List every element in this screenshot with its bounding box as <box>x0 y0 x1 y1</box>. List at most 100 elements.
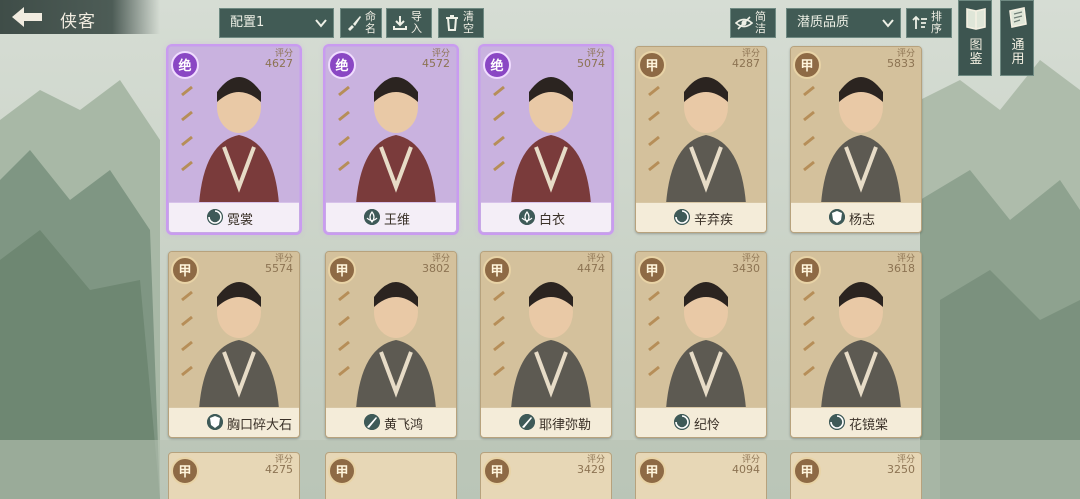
score-box: 评分 4474 <box>577 254 605 275</box>
hero-name: 辛弃疾 <box>694 213 734 228</box>
rename-button[interactable]: 命名 <box>340 8 382 38</box>
name-bar: 王维 <box>326 202 456 232</box>
tier-badge: 甲 <box>483 256 511 284</box>
back-arrow-icon <box>12 7 42 27</box>
tier-badge: 甲 <box>793 457 821 485</box>
swirl-class-icon <box>207 209 223 225</box>
swirl-class-icon <box>674 414 690 430</box>
hero-card[interactable]: 甲 评分 4474 耶律弥勒 <box>480 251 612 438</box>
tier-stripes-icon <box>338 290 350 377</box>
back-button[interactable]: 侠客 <box>0 0 160 34</box>
score-box: 评分 5833 <box>887 49 915 70</box>
hero-name: 王维 <box>384 213 411 228</box>
atlas-label: 图鉴 <box>969 38 983 67</box>
sort-select[interactable]: 潜质品质 <box>786 8 901 38</box>
hero-card[interactable]: 绝 评分 5074 白衣 <box>480 46 612 233</box>
score-value: 5833 <box>887 57 915 70</box>
hero-card[interactable]: 甲 评分 4275 <box>168 452 300 499</box>
score-value: 3429 <box>577 463 605 476</box>
hero-card[interactable]: 甲 评分 4094 <box>635 452 767 499</box>
sort-label: 排序 <box>931 10 942 35</box>
name-bar: 纪怜 <box>636 407 766 437</box>
chevron-down-icon <box>882 19 894 28</box>
tier-badge: 甲 <box>483 457 511 485</box>
shield-class-icon <box>829 209 845 225</box>
tier-badge: 甲 <box>638 256 666 284</box>
tier-badge: 绝 <box>328 51 356 79</box>
hero-card[interactable]: 绝 评分 4627 霓裳 <box>168 46 300 233</box>
hero-card[interactable]: 甲 评分 3802 黄飞鸿 <box>325 251 457 438</box>
blade-class-icon <box>364 414 380 430</box>
tier-badge: 甲 <box>171 256 199 284</box>
hero-card[interactable]: 甲 评分 4287 辛弃疾 <box>635 46 767 233</box>
clear-label: 清空 <box>463 10 474 35</box>
tier-badge: 绝 <box>171 51 199 79</box>
score-value: 4287 <box>732 57 760 70</box>
score-box: 评分 5574 <box>265 254 293 275</box>
lotus-class-icon <box>519 209 535 225</box>
general-label: 通用 <box>1011 38 1025 67</box>
config-select[interactable]: 配置1 <box>219 8 334 38</box>
hero-name: 花镜棠 <box>849 418 889 433</box>
import-label: 导入 <box>411 10 422 35</box>
hero-name: 黄飞鸿 <box>384 418 424 433</box>
name-bar: 白衣 <box>481 202 611 232</box>
score-box: 评分 3250 <box>887 455 915 476</box>
name-bar: 花镜棠 <box>791 407 921 437</box>
name-bar: 杨志 <box>791 202 921 232</box>
hero-name: 霓裳 <box>227 213 254 228</box>
simple-view-button[interactable]: 简洁 <box>730 8 776 38</box>
simple-view-label: 简洁 <box>755 10 766 35</box>
hero-card[interactable]: 甲 评分 3250 <box>790 452 922 499</box>
hero-card[interactable]: 甲 评分 3429 <box>480 452 612 499</box>
top-bar: 侠客 配置1 命名 导入 清空 简洁 潜质品质 排序 图鉴 通用 <box>0 0 1080 76</box>
hero-card[interactable]: 甲 评分 3618 花镜棠 <box>790 251 922 438</box>
tier-stripes-icon <box>493 85 505 172</box>
hero-name: 白衣 <box>539 213 566 228</box>
atlas-button[interactable]: 图鉴 <box>958 0 992 76</box>
tier-badge: 甲 <box>793 51 821 79</box>
general-button[interactable]: 通用 <box>1000 0 1034 76</box>
score-box: 评分 4627 <box>265 49 293 70</box>
book-icon <box>966 8 986 30</box>
name-bar: 耶律弥勒 <box>481 407 611 437</box>
tier-badge: 甲 <box>171 457 199 485</box>
score-box: 评分 3430 <box>732 254 760 275</box>
score-value: 4094 <box>732 463 760 476</box>
score-value: 4474 <box>577 262 605 275</box>
swirl-class-icon <box>829 414 845 430</box>
tier-badge: 甲 <box>638 457 666 485</box>
hero-card[interactable]: 甲 评分 3430 纪怜 <box>635 251 767 438</box>
hero-card[interactable]: 甲 <box>325 452 457 499</box>
score-value: 3250 <box>887 463 915 476</box>
hero-name: 胸口碎大石 <box>227 418 293 433</box>
chevron-down-icon <box>315 19 327 28</box>
sort-select-value: 潜质品质 <box>797 15 850 30</box>
shield-class-icon <box>207 414 223 430</box>
sort-button[interactable]: 排序 <box>906 8 952 38</box>
config-select-value: 配置1 <box>230 15 265 30</box>
score-box: 评分 3802 <box>422 254 450 275</box>
sort-icon <box>912 15 927 29</box>
score-value: 5574 <box>265 262 293 275</box>
score-box: 评分 4275 <box>265 455 293 476</box>
score-value: 4572 <box>422 57 450 70</box>
hero-card[interactable]: 甲 评分 5833 杨志 <box>790 46 922 233</box>
download-icon <box>393 16 407 30</box>
score-box: 评分 4287 <box>732 49 760 70</box>
name-bar: 黄飞鸿 <box>326 407 456 437</box>
tier-stripes-icon <box>181 85 193 172</box>
score-box: 评分 4094 <box>732 455 760 476</box>
score-value: 3618 <box>887 262 915 275</box>
score-box: 评分 5074 <box>577 49 605 70</box>
import-button[interactable]: 导入 <box>386 8 432 38</box>
lotus-class-icon <box>364 209 380 225</box>
brush-icon <box>348 16 361 31</box>
clear-button[interactable]: 清空 <box>438 8 484 38</box>
tier-badge: 甲 <box>328 256 356 284</box>
blade-class-icon <box>519 414 535 430</box>
hero-card[interactable]: 甲 评分 5574 胸口碎大石 <box>168 251 300 438</box>
hero-card[interactable]: 绝 评分 4572 王维 <box>325 46 457 233</box>
tier-stripes-icon <box>648 290 660 377</box>
tier-stripes-icon <box>181 290 193 377</box>
